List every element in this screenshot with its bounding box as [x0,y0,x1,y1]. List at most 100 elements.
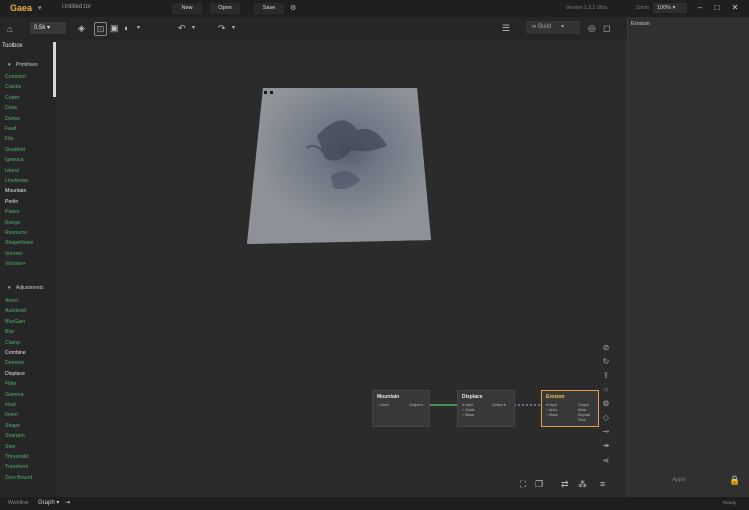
toolbox-item[interactable]: Blur [5,329,14,336]
chevron-down-icon[interactable]: ▾ [232,22,235,34]
toolbox-item[interactable]: Plates [5,209,19,216]
chevron-down-icon: ▾ [8,285,11,291]
tag-icon[interactable]: ◇ [600,412,612,423]
toolbox-item[interactable]: Igneous [5,157,23,164]
toolbox-scrollbar[interactable] [53,42,56,97]
toolbox-item[interactable]: Sine [5,444,15,451]
toolbox-item[interactable]: Mountain [5,188,26,195]
export-icon[interactable]: ⇪ [600,370,612,381]
toolbox-item[interactable]: Island [5,168,19,175]
refresh-icon[interactable]: ↻ [600,356,612,367]
build-button[interactable]: ∞ Build ▾ [526,21,580,34]
toolbox-item[interactable]: Autolevel [5,308,26,315]
properties-title: Erosion [631,21,650,27]
toolbox-item[interactable]: Denoise [5,360,24,367]
toolbox-item[interactable]: LineNoise [5,178,28,185]
app-logo[interactable]: Gaea [10,3,32,13]
chevron-down-icon: ▾ [56,500,60,506]
settings-icon[interactable]: ⚙ [290,3,296,15]
toolbox-item[interactable]: Heal [5,402,16,409]
toolbox-item[interactable]: ShapeNoise [5,240,33,247]
save-button[interactable]: Save [254,3,284,14]
view-3d-icon[interactable]: ◈ [78,22,85,34]
frame-icon[interactable]: ❐ [535,478,543,490]
toolbox-item[interactable]: File [5,136,13,143]
toolbox-item[interactable]: Threshold [5,454,28,461]
toolbox-item[interactable]: Resource [5,230,27,237]
toolbox-item[interactable]: Perlin [5,199,18,206]
toolbox-item[interactable]: Gamma [5,392,23,399]
port-label: ● Input [546,403,558,407]
toolbox-item[interactable]: Shape [5,423,20,430]
toolbox-item[interactable]: Draw [5,105,17,112]
node-title: Erosion [546,394,565,400]
toolbox-item[interactable]: Aniso [5,298,18,305]
toolbox-item[interactable]: BlurGain [5,319,25,326]
resolution-select[interactable]: 0.5k ▾ [30,22,66,34]
primitives-label: Primitives [15,62,38,68]
adjustments-header[interactable]: ▾ Adjustments [8,285,43,291]
toolbox-item[interactable]: Clamp [5,340,20,347]
toolbox-item[interactable]: Range [5,220,20,227]
arrow-icon[interactable]: ↠ [600,440,612,451]
node-title: Mountain [377,394,400,400]
zoom-select[interactable]: 100% ▾ [653,3,687,13]
disable-icon[interactable]: ⊘ [600,342,612,353]
mountain-node[interactable]: Mountain ○ Seed Output ● [372,390,430,427]
chevron-down-icon[interactable]: ▾ [192,22,195,34]
toolbox-item[interactable]: Gradient [5,147,25,154]
port-label: Deposit [578,413,591,417]
toolbox-item[interactable]: Sharpen [5,433,25,440]
chevron-down-icon[interactable]: ▾ [137,22,140,34]
file-name: Untitled.tor [62,4,92,10]
share-icon[interactable]: ⋖ [600,455,612,466]
terrain-preview[interactable] [247,88,431,244]
undo-icon[interactable]: ↶ [178,22,186,34]
graph-tab[interactable]: Graph ▾ ⇥ [38,499,70,506]
toolbox-item[interactable]: Invert [5,412,18,419]
chevron-down-icon[interactable]: ▾ [38,4,42,12]
camera-icon[interactable]: ▣ [110,22,119,34]
erosion-node[interactable]: Erosion ● Input ○ Area ○ Mask Output Wea… [541,390,599,427]
toolbox-item[interactable]: Voronoi [5,251,23,258]
lighting-icon[interactable]: ◐ [124,22,129,34]
menu-icon[interactable]: ≡ [600,478,605,490]
minimize-icon[interactable]: – [694,2,706,14]
port-label: ● Input [462,403,474,407]
toolbox-item[interactable]: Transform [5,464,28,471]
toolbox-item[interactable]: Fault [5,126,17,133]
node-icon[interactable]: ⌂ [7,23,12,35]
close-icon[interactable]: ✕ [729,2,741,14]
sync-icon[interactable]: ⇄ [561,478,569,490]
new-button[interactable]: New [172,3,202,14]
toolbox-item[interactable]: Displace [5,371,25,378]
fit-view-icon[interactable]: ⛶ [520,478,526,490]
primitives-header[interactable]: ▾ Primitives [8,62,38,68]
toolbox-item[interactable]: Filter [5,381,17,388]
link-icon[interactable]: ⊸ [600,426,612,437]
toolbox-item[interactable]: Zero Bound [5,475,32,482]
gear-icon[interactable]: ⚙ [600,398,612,409]
toolbox-item[interactable]: Cracks [5,84,21,91]
scatter-icon[interactable]: ⁂ [578,478,587,490]
toolbox-item[interactable]: Crater [5,95,19,102]
status-text: Ready [723,500,737,505]
toolbox-item[interactable]: Constant [5,74,26,81]
target-icon[interactable]: ◎ [588,22,596,34]
toolbox-item[interactable]: Combine [5,350,26,357]
displace-node[interactable]: Displace ● Input ○ Guide ○ Mask Output ● [457,390,515,427]
maximize-icon[interactable]: □ [711,2,723,14]
open-button[interactable]: Open [210,3,240,14]
toolbox-item[interactable]: Voronoi+ [5,261,26,268]
stop-icon[interactable]: ◻ [603,22,610,34]
apply-button[interactable]: Apply [640,474,718,486]
lock-icon[interactable]: 🔒 [729,474,740,486]
redo-icon[interactable]: ↷ [218,22,226,34]
port-label: Wear [578,408,587,412]
circle-icon[interactable]: ○ [600,384,612,395]
layers-icon[interactable]: ☰ [502,22,510,34]
toolbox-item[interactable]: Dunes [5,116,20,123]
port-label: ○ Area [546,408,557,412]
view-mode-icon[interactable]: ⊡ [94,22,107,36]
status-bar [0,497,749,510]
